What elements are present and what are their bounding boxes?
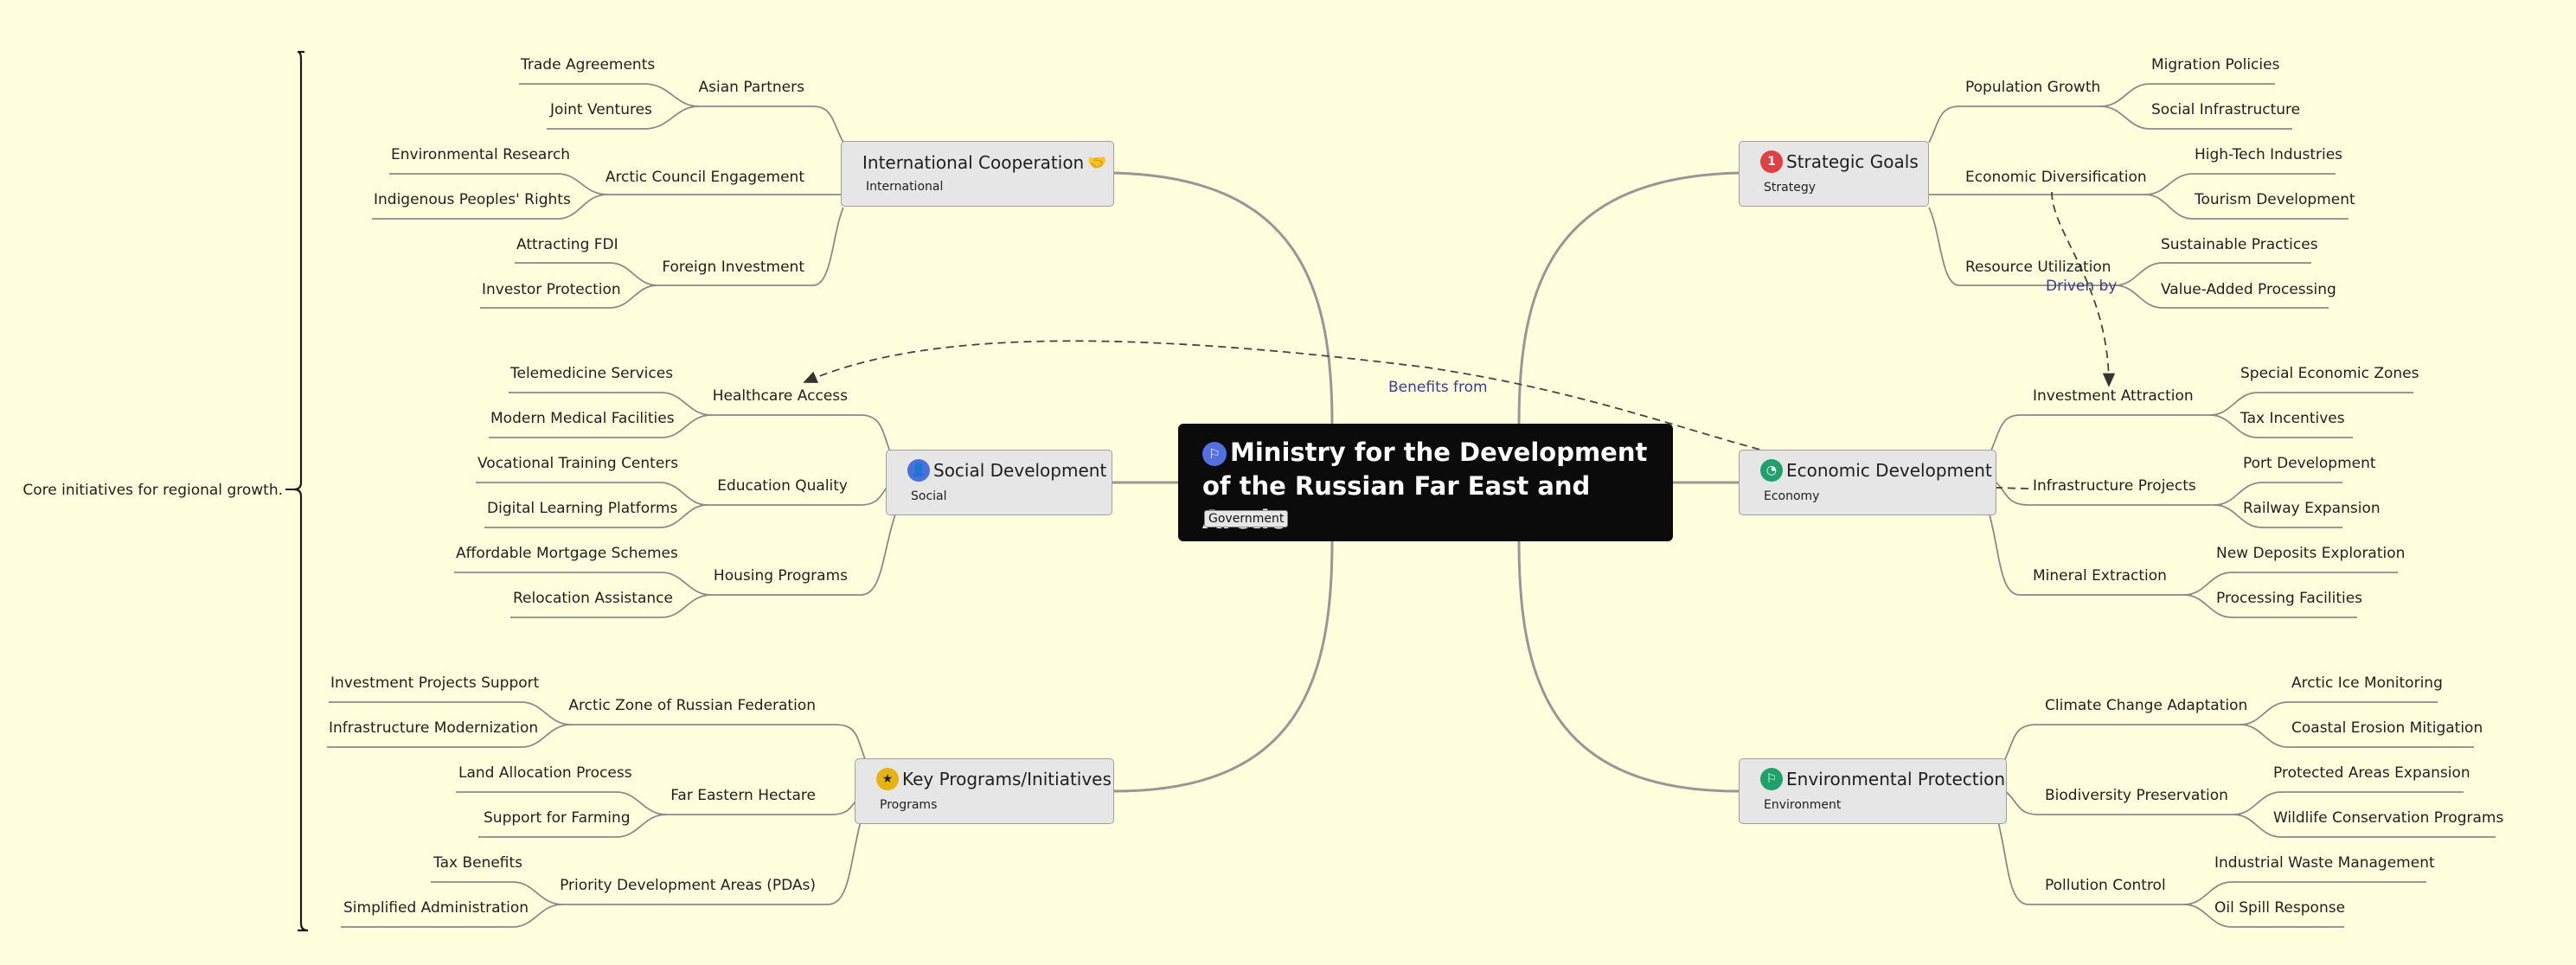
- sub-resource-utilization: Resource Utilization: [1965, 259, 2111, 276]
- node-social-title: Social Development: [933, 460, 1107, 481]
- node-economy-title: Economic Development: [1786, 460, 1992, 481]
- sub-infrastructure-projects: Infrastructure Projects: [2033, 477, 2196, 495]
- leaf-new-deposits: New Deposits Exploration: [2216, 545, 2406, 562]
- summary-label: Core initiatives for regional growth.: [22, 482, 283, 499]
- leaf-attracting-fdi: Attracting FDI: [516, 236, 618, 253]
- leaf-special-economic-zones: Special Economic Zones: [2240, 365, 2419, 382]
- node-economy-tag: Economy: [1764, 489, 1820, 503]
- leaf-coastal-erosion: Coastal Erosion Mitigation: [2291, 719, 2483, 737]
- node-programs-title: Key Programs/Initiatives: [902, 769, 1112, 789]
- leaf-wildlife-programs: Wildlife Conservation Programs: [2273, 809, 2504, 827]
- sub-arctic-zone: Arctic Zone of Russian Federation: [568, 697, 816, 714]
- leaf-digital-learning: Digital Learning Platforms: [487, 500, 678, 517]
- leaf-land-allocation: Land Allocation Process: [458, 764, 632, 782]
- sub-mineral-extraction: Mineral Extraction: [2033, 567, 2167, 585]
- leaf-relocation: Relocation Assistance: [513, 590, 673, 607]
- leaf-indigenous-rights: Indigenous Peoples' Rights: [374, 191, 571, 208]
- person-icon: 👤: [907, 459, 930, 482]
- sub-far-eastern-hectare: Far Eastern Hectare: [670, 787, 816, 804]
- edge-central-environment: [1517, 540, 1740, 793]
- edge-central-programs: [1113, 540, 1334, 793]
- sub-population-growth: Population Growth: [1965, 79, 2101, 96]
- leaf-joint-ventures: Joint Ventures: [550, 101, 652, 118]
- leaf-processing-facilities: Processing Facilities: [2216, 590, 2363, 607]
- leaf-migration-policies: Migration Policies: [2151, 56, 2280, 73]
- edge-central-international: [1113, 171, 1334, 425]
- summary-brace: [293, 50, 309, 932]
- number-one-icon: 1: [1760, 150, 1783, 173]
- node-social-development[interactable]: 👤 Social Development Social: [886, 450, 1112, 515]
- leaf-industrial-waste: Industrial Waste Management: [2214, 854, 2435, 872]
- sub-pdas: Priority Development Areas (PDAs): [560, 877, 816, 894]
- leaf-support-farming: Support for Farming: [484, 809, 631, 827]
- node-environment-title: Environmental Protection: [1786, 769, 2006, 789]
- node-key-programs[interactable]: ★ Key Programs/Initiatives Programs: [855, 758, 1114, 824]
- leaf-simplified-admin: Simplified Administration: [343, 899, 529, 917]
- central-node[interactable]: ⚐ Ministry for the Development of the Rus…: [1178, 424, 1673, 541]
- relation-label-driven-by: Driven by: [2046, 278, 2118, 295]
- edge-central-strategy: [1517, 171, 1740, 425]
- sub-arctic-council: Arctic Council Engagement: [605, 169, 804, 186]
- leaf-environmental-research: Environmental Research: [391, 146, 571, 163]
- leaf-arctic-ice: Arctic Ice Monitoring: [2291, 674, 2443, 692]
- leaf-high-tech: High-Tech Industries: [2195, 146, 2343, 163]
- node-strategy-tag: Strategy: [1764, 181, 1816, 195]
- sub-climate-adaptation: Climate Change Adaptation: [2045, 697, 2248, 714]
- leaf-investment-support: Investment Projects Support: [330, 674, 540, 692]
- sub-economic-diversification: Economic Diversification: [1965, 169, 2147, 186]
- leaf-medical-facilities: Modern Medical Facilities: [490, 410, 675, 427]
- node-international-tag: International: [866, 180, 944, 194]
- node-environmental-protection[interactable]: ⚐ Environmental Protection Environment: [1739, 758, 2007, 824]
- leaf-oil-spill: Oil Spill Response: [2214, 899, 2346, 917]
- node-programs-tag: Programs: [880, 798, 938, 812]
- leaf-sustainable-practices: Sustainable Practices: [2161, 236, 2318, 253]
- sub-biodiversity: Biodiversity Preservation: [2045, 787, 2228, 804]
- star-icon: ★: [876, 768, 899, 790]
- leaf-infrastructure-modernization: Infrastructure Modernization: [329, 719, 539, 737]
- leaf-tax-benefits: Tax Benefits: [433, 854, 523, 872]
- node-environment-tag: Environment: [1764, 798, 1842, 812]
- leaf-trade-agreements: Trade Agreements: [521, 56, 656, 73]
- node-international-title: International Cooperation: [862, 152, 1085, 173]
- leaf-railway-expansion: Railway Expansion: [2243, 500, 2381, 517]
- leaf-vocational-training: Vocational Training Centers: [477, 455, 679, 472]
- sub-asian-partners: Asian Partners: [698, 79, 804, 96]
- leaf-tax-incentives: Tax Incentives: [2240, 410, 2345, 427]
- sub-foreign-investment: Foreign Investment: [662, 259, 804, 276]
- relation-label-benefits-from: Benefits from: [1388, 379, 1488, 396]
- pie-chart-icon: ◔: [1760, 459, 1783, 482]
- leaf-protected-areas: Protected Areas Expansion: [2273, 764, 2470, 782]
- leaf-telemedicine: Telemedicine Services: [510, 365, 674, 382]
- leaf-icon: ⚐: [1760, 768, 1783, 790]
- sub-housing-programs: Housing Programs: [713, 567, 848, 585]
- leaf-social-infrastructure: Social Infrastructure: [2151, 101, 2301, 118]
- flag-icon: ⚐: [1202, 442, 1227, 466]
- leaf-mortgage-schemes: Affordable Mortgage Schemes: [456, 545, 678, 562]
- node-strategy-title: Strategic Goals: [1786, 151, 1919, 172]
- leaf-port-development: Port Development: [2243, 455, 2376, 472]
- leaf-investor-protection: Investor Protection: [482, 281, 621, 298]
- leaf-value-added: Value-Added Processing: [2161, 281, 2336, 298]
- node-international-cooperation[interactable]: International Cooperation 🤝 International: [841, 141, 1114, 207]
- node-economic-development[interactable]: ◔ Economic Development Economy: [1739, 450, 1996, 515]
- central-tag: Government: [1204, 510, 1289, 527]
- handshake-icon: 🤝: [1087, 153, 1107, 172]
- node-social-tag: Social: [911, 489, 947, 503]
- sub-investment-attraction: Investment Attraction: [2033, 387, 2194, 405]
- sub-healthcare-access: Healthcare Access: [712, 387, 848, 405]
- sub-education-quality: Education Quality: [717, 477, 848, 495]
- leaf-tourism: Tourism Development: [2195, 191, 2355, 208]
- node-strategic-goals[interactable]: 1 Strategic Goals Strategy: [1739, 141, 1929, 207]
- sub-pollution-control: Pollution Control: [2045, 877, 2166, 894]
